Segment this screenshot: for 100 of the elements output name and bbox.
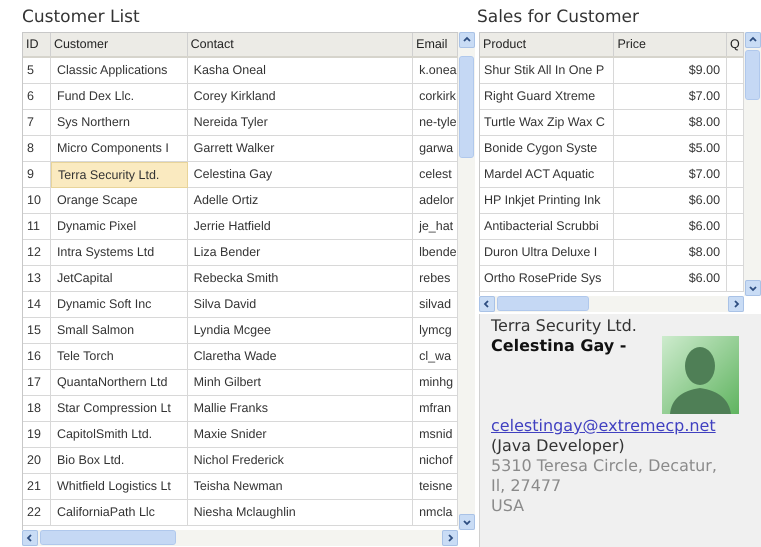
table-cell[interactable]: Small Salmon (50, 318, 188, 344)
table-cell: 22 (23, 500, 51, 526)
scroll-left-button[interactable] (22, 530, 38, 546)
table-cell[interactable]: Terra Security Ltd. (50, 162, 188, 188)
table-cell: 8 (23, 136, 51, 162)
table-cell: Niesha Mclaughlin (188, 500, 414, 526)
table-cell[interactable]: JetCapital (50, 266, 188, 292)
table-cell[interactable]: Classic Applications (50, 58, 188, 84)
table-cell: $8.00 (614, 110, 728, 136)
table-cell[interactable]: Dynamic Soft Inc (50, 292, 188, 318)
scroll-thumb[interactable] (459, 56, 474, 158)
table-cell: Duron Ultra Deluxe I (480, 240, 614, 266)
horizontal-scrollbar[interactable] (22, 530, 458, 546)
table-cell: Mardel ACT Aquatic (480, 162, 614, 188)
contact-name: Celestina Gay - (491, 336, 628, 356)
vertical-scrollbar[interactable] (458, 32, 475, 530)
table-cell: Adelle Ortiz (188, 188, 414, 214)
scroll-up-button[interactable] (744, 32, 760, 48)
table-cell: Garrett Walker (188, 136, 414, 162)
table-cell: 14 (23, 292, 51, 318)
table-cell: $8.00 (614, 240, 728, 266)
table-cell: $7.00 (614, 162, 728, 188)
table-cell[interactable]: Star Compression Lt (50, 396, 188, 422)
table-cell[interactable]: Orange Scape (50, 188, 188, 214)
table-cell: 13 (23, 266, 51, 292)
table-cell: $9.00 (614, 58, 728, 84)
table-cell: Nichol Frederick (188, 448, 414, 474)
scroll-thumb[interactable] (745, 50, 760, 100)
table-cell: $6.00 (614, 188, 728, 214)
table-cell: Kasha Oneal (188, 58, 414, 84)
column-header[interactable]: ID (23, 33, 51, 56)
column-header[interactable]: Customer (50, 33, 188, 56)
column-header[interactable]: Contact (188, 33, 414, 56)
avatar-icon (662, 336, 739, 414)
table-cell: Jerrie Hatfield (188, 214, 414, 240)
scroll-down-button[interactable] (744, 280, 760, 296)
table-cell[interactable]: Whitfield Logistics Lt (50, 474, 188, 500)
address-line: Il, 27477 (491, 476, 562, 496)
scroll-right-button[interactable] (442, 530, 458, 546)
table-cell: Mallie Franks (188, 396, 414, 422)
table-cell[interactable]: QuantaNorthern Ltd (50, 370, 188, 396)
table-cell: 16 (23, 344, 51, 370)
panel-title: Customer List (22, 6, 141, 29)
scroll-thumb[interactable] (497, 296, 589, 311)
scroll-up-button[interactable] (458, 32, 474, 48)
table-cell: HP Inkjet Printing Ink (480, 188, 614, 214)
table-cell: 18 (23, 396, 51, 422)
table-cell: $6.00 (614, 214, 728, 240)
table-cell: 17 (23, 370, 51, 396)
table-cell[interactable]: Dynamic Pixel (50, 214, 188, 240)
table-cell: Maxie Snider (188, 422, 414, 448)
table-cell: 20 (23, 448, 51, 474)
address-line: 5310 Teresa Circle, Decatur, (491, 456, 718, 476)
vertical-scrollbar[interactable] (744, 32, 761, 296)
table-cell: Nereida Tyler (188, 110, 414, 136)
table-cell: Antibacterial Scrubbi (480, 214, 614, 240)
table-cell: Liza Bender (188, 240, 414, 266)
table-cell: $7.00 (614, 84, 728, 110)
table-cell[interactable]: CaliforniaPath Llc (50, 500, 188, 526)
scroll-thumb[interactable] (40, 530, 176, 545)
table-cell: $6.00 (614, 266, 728, 292)
table-cell: 11 (23, 214, 51, 240)
job-title: (Java Developer) (491, 436, 626, 456)
table-cell: 21 (23, 474, 51, 500)
table-cell: Rebecka Smith (188, 266, 414, 292)
table-cell: $5.00 (614, 136, 728, 162)
table-cell: Claretha Wade (188, 344, 414, 370)
table-cell: 15 (23, 318, 51, 344)
table-cell[interactable]: Intra Systems Ltd (50, 240, 188, 266)
table-cell: Celestina Gay (188, 162, 414, 188)
table-cell: 10 (23, 188, 51, 214)
table-cell: Shur Stik All In One P (480, 58, 614, 84)
table-cell[interactable]: Fund Dex Llc. (50, 84, 188, 110)
table-cell: Bonide Cygon Syste (480, 136, 614, 162)
panel-title: Sales for Customer (477, 6, 640, 29)
table-cell: 6 (23, 84, 51, 110)
email-link[interactable]: celestingay@extremecp.net (491, 416, 750, 436)
column-header[interactable]: Product (480, 33, 614, 56)
table-cell: Lyndia Mcgee (188, 318, 414, 344)
table-cell[interactable]: Bio Box Ltd. (50, 448, 188, 474)
table-cell: Silva David (188, 292, 414, 318)
table-cell[interactable]: Sys Northern (50, 110, 188, 136)
table-cell: Minh Gilbert (188, 370, 414, 396)
table-cell: Teisha Newman (188, 474, 414, 500)
company-name: Terra Security Ltd. (491, 316, 637, 336)
table-cell[interactable]: CapitolSmith Ltd. (50, 422, 188, 448)
scroll-left-button[interactable] (479, 296, 495, 312)
table-cell[interactable]: Tele Torch (50, 344, 188, 370)
scroll-right-button[interactable] (728, 296, 744, 312)
table-cell: 5 (23, 58, 51, 84)
table-cell: Right Guard Xtreme (480, 84, 614, 110)
table-cell: 7 (23, 110, 51, 136)
table-cell: 12 (23, 240, 51, 266)
table-cell: 19 (23, 422, 51, 448)
scroll-down-button[interactable] (458, 514, 474, 530)
table-cell: Turtle Wax Zip Wax C (480, 110, 614, 136)
column-header[interactable]: Price (614, 33, 728, 56)
table-cell: Ortho RosePride Sys (480, 266, 614, 292)
table-cell: Corey Kirkland (188, 84, 414, 110)
horizontal-scrollbar[interactable] (479, 296, 744, 312)
